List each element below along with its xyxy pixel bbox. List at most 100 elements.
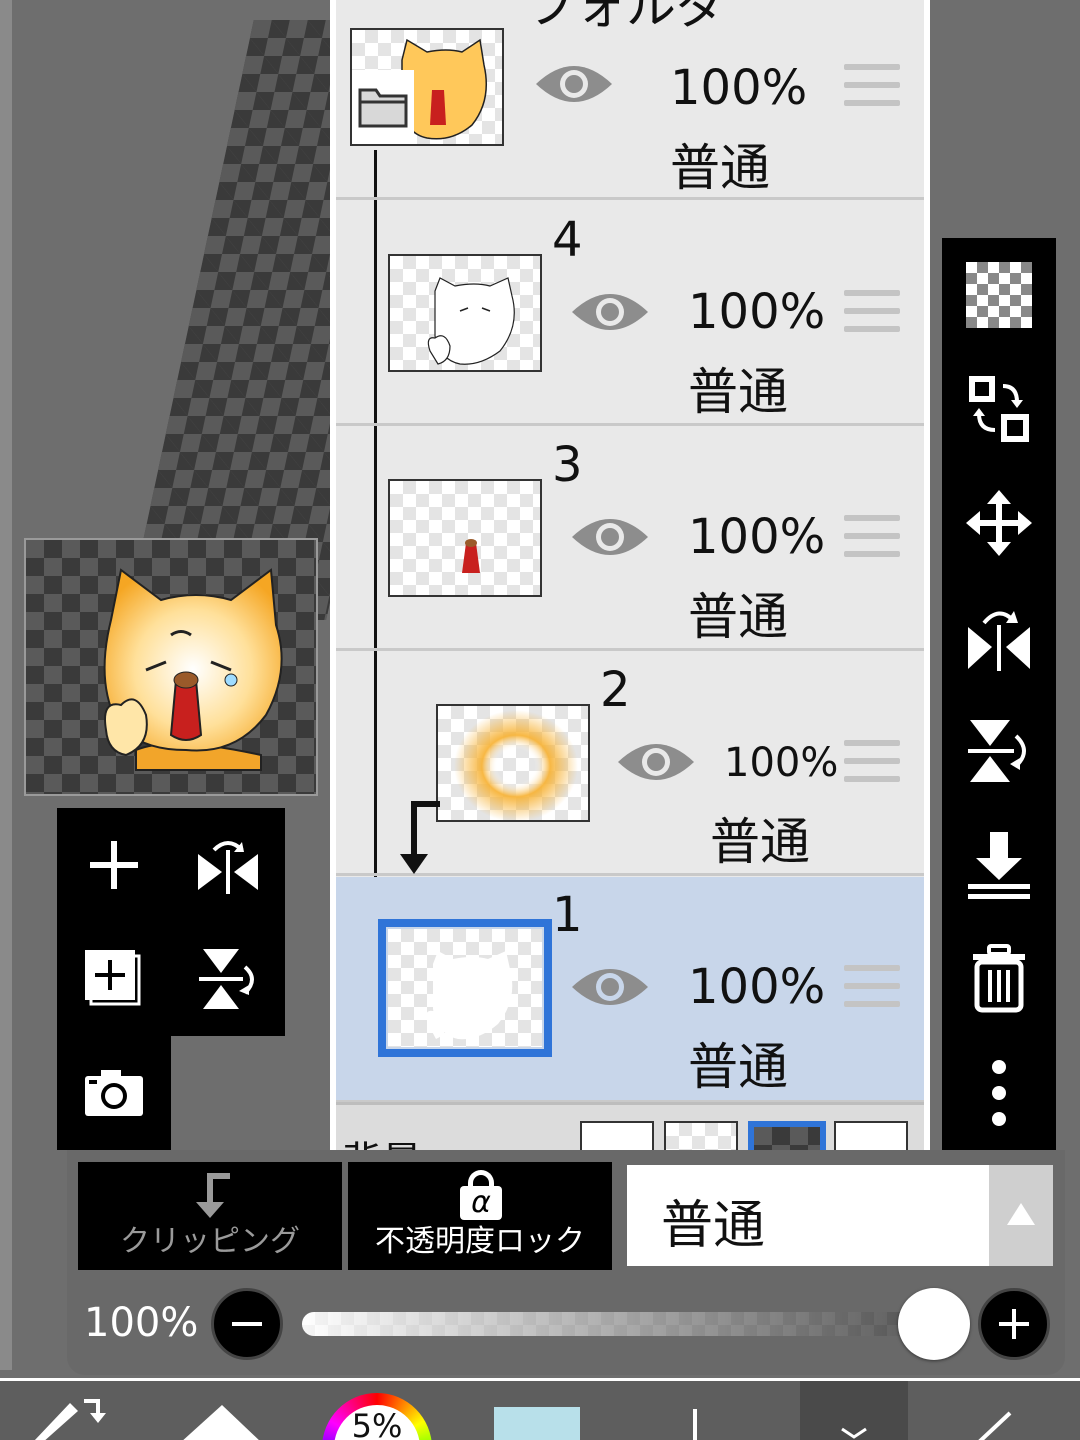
pen-icon <box>693 1409 697 1440</box>
delete-layer-button[interactable] <box>942 922 1056 1036</box>
plus-icon <box>90 841 138 889</box>
layer-row-4[interactable]: 4 100% 普通 <box>336 202 924 426</box>
color-wheel-button[interactable]: 5% <box>322 1381 434 1440</box>
plus-icon <box>999 1309 1029 1339</box>
alpha-lock-button[interactable]: α 不透明度ロック <box>348 1162 612 1270</box>
left-tool-pad-extension <box>57 1036 171 1150</box>
layer-blend-mode: 普通 <box>688 363 788 421</box>
layer-number: 2 <box>600 662 631 718</box>
merge-down-button[interactable] <box>942 808 1056 922</box>
left-tool-pad <box>57 808 285 1036</box>
flip-vertical-icon <box>199 949 254 1009</box>
layer-opacity: 100% <box>688 284 826 340</box>
drag-handle-icon[interactable] <box>844 290 900 336</box>
brush-swap-icon <box>34 1399 106 1440</box>
minus-icon <box>232 1322 262 1326</box>
layer-thumbnail[interactable] <box>388 254 542 372</box>
lock-icon: α <box>460 1170 502 1220</box>
background-custom-option[interactable] <box>834 1121 908 1150</box>
layer-row-folder[interactable]: フォルダ 100% 普通 <box>336 0 924 200</box>
drag-handle-icon[interactable] <box>844 965 900 1011</box>
folder-thumbnail[interactable] <box>350 28 504 146</box>
opacity-decrease-button[interactable] <box>211 1288 283 1360</box>
flip-horizontal-icon <box>968 611 1030 671</box>
drag-handle-icon[interactable] <box>844 740 900 786</box>
visibility-eye-icon[interactable] <box>616 736 696 788</box>
layer-opacity: 100% <box>670 60 808 116</box>
import-photo-button[interactable] <box>57 1036 171 1150</box>
layer-number: 4 <box>552 212 583 268</box>
flip-layer-vertical-button[interactable] <box>942 694 1056 808</box>
visibility-eye-icon[interactable] <box>570 961 650 1013</box>
background-transparent-option[interactable] <box>664 1121 738 1150</box>
visibility-eye-icon[interactable] <box>570 511 650 563</box>
eraser-button[interactable] <box>170 1381 280 1440</box>
flip-canvas-horizontal-button[interactable] <box>171 808 285 922</box>
layer-thumbnail[interactable] <box>436 704 590 822</box>
color-swatch-icon <box>494 1407 580 1440</box>
layer-number: 1 <box>552 887 583 943</box>
background-dark-option-selected[interactable] <box>748 1121 826 1150</box>
mouth-thumbnail-art <box>462 539 480 573</box>
opacity-slider-track[interactable] <box>302 1312 938 1336</box>
folder-icon <box>358 88 408 128</box>
visibility-eye-icon[interactable] <box>570 286 650 338</box>
transparent-layer-button[interactable] <box>942 238 1056 352</box>
layer-number: 3 <box>552 437 583 493</box>
lineart-thumbnail-art <box>427 277 515 365</box>
bottom-toolbar: 5% <box>0 1378 1080 1440</box>
folder-name: フォルダ <box>526 0 726 35</box>
blend-mode-select[interactable]: 普通 <box>627 1165 989 1266</box>
layer-opacity: 100% <box>688 959 826 1015</box>
layer-thumbnail[interactable] <box>388 929 542 1047</box>
layers-panel[interactable]: フォルダ 100% 普通 4 100% 普通 3 100% 普通 2 100% … <box>330 0 930 1150</box>
background-white-option[interactable] <box>580 1121 654 1150</box>
clipping-arrow-icon <box>196 1173 230 1218</box>
swap-layer-button[interactable] <box>942 352 1056 466</box>
layer-row-2[interactable]: 2 100% 普通 <box>336 652 924 876</box>
blend-mode-dropdown-button[interactable] <box>989 1165 1053 1266</box>
opacity-slider-thumb[interactable] <box>898 1288 970 1360</box>
add-copy-layer-button[interactable] <box>57 922 171 1036</box>
drag-handle-icon[interactable] <box>844 515 900 561</box>
layer-blend-mode: 普通 <box>688 1038 788 1096</box>
layer-blend-mode: 普通 <box>670 139 770 197</box>
layer-icon <box>841 1427 867 1439</box>
ruler-button[interactable] <box>912 1381 1080 1440</box>
layer-blend-mode: 普通 <box>710 813 810 871</box>
move-layer-button[interactable] <box>942 466 1056 580</box>
cat-illustration-preview <box>103 568 283 771</box>
background-row[interactable]: 背景 <box>336 1102 924 1150</box>
flip-horizontal-icon <box>198 841 258 894</box>
clipping-button[interactable]: クリッピング <box>78 1162 342 1270</box>
navigator-preview[interactable] <box>24 538 318 796</box>
layer-thumbnail[interactable] <box>388 479 542 597</box>
flip-canvas-vertical-button[interactable] <box>171 922 285 1036</box>
eraser-icon <box>183 1405 259 1440</box>
alpha-symbol: α <box>460 1186 502 1220</box>
move-icon <box>966 490 1032 556</box>
layer-row-3[interactable]: 3 100% 普通 <box>336 427 924 651</box>
drag-handle-icon[interactable] <box>844 64 900 110</box>
transparent-layer-icon <box>966 262 1032 328</box>
pen-button[interactable] <box>680 1381 710 1440</box>
trash-icon <box>973 944 1025 1013</box>
alpha-lock-label: 不透明度ロック <box>375 1224 585 1259</box>
flip-layer-horizontal-button[interactable] <box>942 580 1056 694</box>
clipping-label: クリッピング <box>120 1224 300 1259</box>
opacity-increase-button[interactable] <box>978 1288 1050 1360</box>
brush-swap-button[interactable] <box>20 1381 110 1440</box>
layer-button-active[interactable] <box>800 1381 908 1440</box>
base-fill-thumbnail-art <box>426 951 513 1040</box>
glow-thumbnail-art <box>454 710 578 820</box>
clipping-arrow-icon <box>400 801 440 874</box>
more-options-button[interactable] <box>942 1036 1056 1150</box>
layer-row-1[interactable]: 1 100% 普通 <box>336 877 924 1103</box>
add-layer-button[interactable] <box>57 808 171 922</box>
visibility-eye-icon[interactable] <box>534 58 614 110</box>
color-swatch-button[interactable] <box>494 1381 580 1440</box>
brush-size-label: 5% <box>351 1407 403 1440</box>
color-wheel-icon: 5% <box>322 1393 432 1440</box>
camera-icon <box>85 1070 143 1116</box>
ruler-icon <box>978 1411 1012 1440</box>
